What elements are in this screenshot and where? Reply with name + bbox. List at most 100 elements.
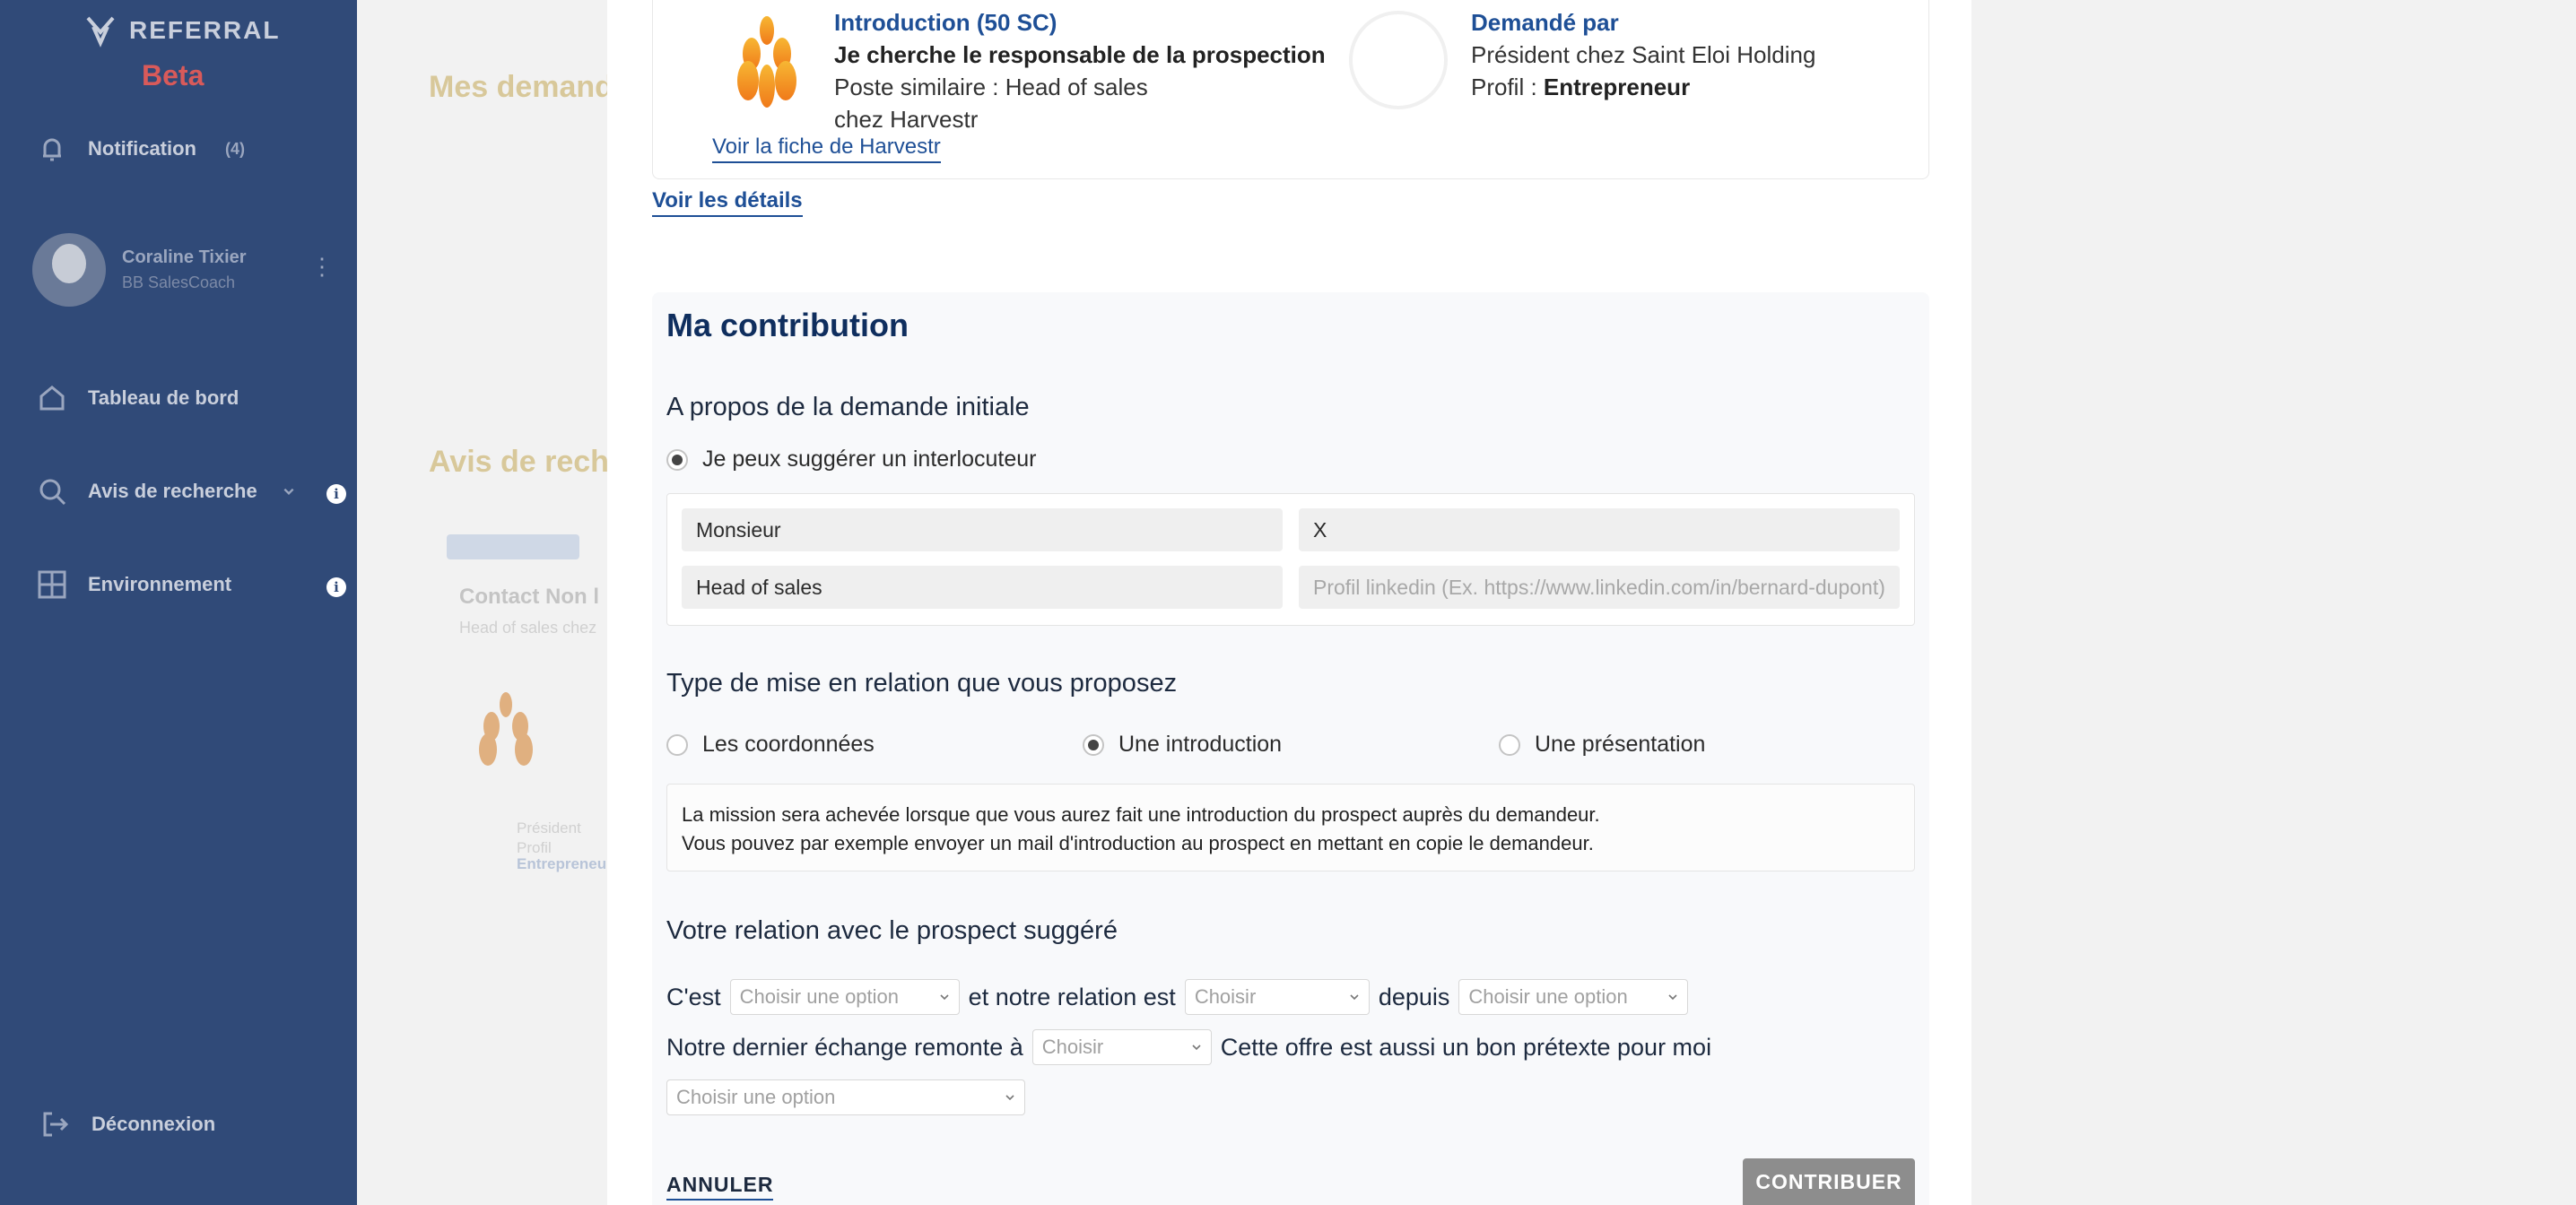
type-radio-contacts[interactable] xyxy=(666,733,688,756)
relation-who-select[interactable]: Choisir une option xyxy=(729,979,960,1015)
info-icon[interactable]: i xyxy=(326,577,346,597)
suggest-contact-radio[interactable] xyxy=(666,448,688,471)
card-profil-value: Entrepreneur xyxy=(517,855,613,872)
chevron-down-icon xyxy=(1350,994,1359,1001)
row1-mid: et notre relation est xyxy=(968,983,1176,1010)
select-value: Choisir une option xyxy=(1468,985,1628,1008)
suggest-contact-label: Je peux suggérer un interlocuteur xyxy=(702,446,1037,472)
job-title-field[interactable] xyxy=(682,566,1283,609)
linkedin-field[interactable] xyxy=(1299,566,1900,609)
sidebar-item-label: Tableau de bord xyxy=(88,386,239,409)
row1-mid2: depuis xyxy=(1378,983,1450,1010)
card-subtitle: Head of sales chez xyxy=(459,619,597,637)
type-label-presentation: Une présentation xyxy=(1535,732,1706,757)
contact-fields xyxy=(666,493,1915,626)
logo: REFERRAL xyxy=(83,13,280,48)
relation-row-2: Notre dernier échange remonte à Choisir … xyxy=(666,1029,1711,1065)
sidebar-item-dashboard[interactable]: Tableau de bord xyxy=(36,382,239,414)
logo-text: REFERRAL xyxy=(129,16,281,44)
chevron-down-icon xyxy=(1005,1095,1014,1101)
beta-label: Beta xyxy=(142,59,205,91)
profil-label: Profil : xyxy=(1471,74,1544,100)
contribute-button[interactable]: CONTRIBUER xyxy=(1743,1158,1915,1205)
mission-info-box: La mission sera achevée lorsque que vous… xyxy=(666,784,1915,871)
row2-suffix: Cette offre est aussi un bon prétexte po… xyxy=(1220,1033,1712,1061)
company-logo-icon xyxy=(479,692,533,766)
last-exchange-select[interactable]: Choisir xyxy=(1031,1029,1212,1065)
relation-row-3: Choisir une option xyxy=(666,1079,1025,1115)
request-card: Introduction (50 SC) Je cherche le respo… xyxy=(652,0,1929,179)
type-option-presentation[interactable]: Une présentation xyxy=(1499,732,1705,758)
select-value: Choisir xyxy=(1041,1036,1104,1058)
sidebar-item-search-notices[interactable]: Avis de recherche xyxy=(36,475,295,507)
pretext-select[interactable]: Choisir une option xyxy=(666,1079,1025,1115)
card-profil-label: Profil xyxy=(517,839,552,856)
requester-avatar xyxy=(1349,11,1448,109)
type-radio-introduction[interactable] xyxy=(1083,733,1104,756)
logout-label: Déconnexion xyxy=(91,1113,216,1135)
row2-prefix: Notre dernier échange remonte à xyxy=(666,1033,1023,1061)
referral-logo-icon xyxy=(86,16,115,48)
relation-row-1: C'est Choisir une option et notre relati… xyxy=(666,979,1689,1015)
contribution-title: Ma contribution xyxy=(666,307,909,343)
intro-title: Introduction (50 SC) xyxy=(834,9,1057,36)
name-field[interactable] xyxy=(1299,508,1900,551)
notifications-count: (4) xyxy=(225,139,245,158)
user-company: BB SalesCoach xyxy=(122,273,236,291)
chevron-down-icon xyxy=(1668,994,1677,1001)
home-icon xyxy=(39,386,65,411)
card-title: Contact Non l xyxy=(459,585,599,609)
logout-button[interactable]: Déconnexion xyxy=(39,1108,215,1140)
harvestr-logo-icon xyxy=(737,16,796,108)
request-headline: Je cherche le responsable de la prospect… xyxy=(834,41,1326,68)
requester-profil: Profil : Entrepreneur xyxy=(1471,74,1690,101)
info-icon[interactable]: i xyxy=(326,484,346,504)
relation-type-heading: Type de mise en relation que vous propos… xyxy=(666,669,1178,698)
contribution-modal: Introduction (50 SC) Je cherche le respo… xyxy=(607,0,1971,1205)
type-radio-presentation[interactable] xyxy=(1499,733,1520,756)
target-company: chez Harvestr xyxy=(834,106,979,133)
sidebar-item-label: Avis de recherche xyxy=(88,480,257,502)
sidebar-item-environment[interactable]: Environnement xyxy=(36,568,231,601)
sidebar: REFERRAL Beta Notification (4) Coraline … xyxy=(0,0,357,1205)
similar-position: Poste similaire : Head of sales xyxy=(834,74,1148,100)
sidebar-item-notifications[interactable]: Notification (4) xyxy=(36,133,245,165)
select-value: Choisir une option xyxy=(739,985,900,1008)
bell-icon xyxy=(43,138,61,161)
chevron-down-icon xyxy=(1192,1045,1201,1051)
chevron-down-icon xyxy=(940,994,949,1001)
logout-icon xyxy=(43,1112,69,1137)
sidebar-item-label: Environnement xyxy=(88,573,232,595)
initial-request-heading: A propos de la demande initiale xyxy=(666,393,1030,421)
relation-heading: Votre relation avec le prospect suggéré xyxy=(666,916,1118,945)
search-icon xyxy=(39,479,66,506)
cancel-button[interactable]: ANNULER xyxy=(666,1173,774,1201)
type-option-introduction[interactable]: Une introduction xyxy=(1083,732,1282,758)
requester-role: Président chez Saint Eloi Holding xyxy=(1471,41,1816,68)
user-name: Coraline Tixier xyxy=(122,247,247,267)
relation-strength-select[interactable]: Choisir xyxy=(1184,979,1370,1015)
row1-prefix: C'est xyxy=(666,983,721,1010)
type-option-contacts[interactable]: Les coordonnées xyxy=(666,732,875,758)
requested-by-title: Demandé par xyxy=(1471,9,1619,36)
profil-value: Entrepreneur xyxy=(1543,74,1691,100)
grid-icon xyxy=(38,570,66,599)
company-sheet-link[interactable]: Voir la fiche de Harvestr xyxy=(712,134,941,163)
suggest-contact-option[interactable]: Je peux suggérer un interlocuteur xyxy=(666,446,1036,472)
contribution-section: Ma contribution A propos de la demande i… xyxy=(652,292,1929,1205)
info-line-1: La mission sera achevée lorsque que vous… xyxy=(682,803,1600,826)
card-tag xyxy=(447,534,579,559)
card-role: Président xyxy=(517,819,581,837)
sidebar-item-label: Notification xyxy=(88,137,196,160)
select-value: Choisir xyxy=(1194,985,1257,1008)
type-label-introduction: Une introduction xyxy=(1118,732,1283,757)
chevron-down-icon xyxy=(283,488,294,495)
info-line-2: Vous pouvez par exemple envoyer un mail … xyxy=(682,832,1594,854)
user-menu-icon[interactable]: ⋮ xyxy=(310,253,334,281)
select-value: Choisir une option xyxy=(676,1086,836,1108)
relation-since-select[interactable]: Choisir une option xyxy=(1458,979,1689,1015)
user-profile[interactable]: Coraline Tixier BB SalesCoach xyxy=(32,233,247,307)
type-label-contacts: Les coordonnées xyxy=(702,732,875,757)
see-details-link[interactable]: Voir les détails xyxy=(652,188,803,217)
civility-field[interactable] xyxy=(682,508,1283,551)
